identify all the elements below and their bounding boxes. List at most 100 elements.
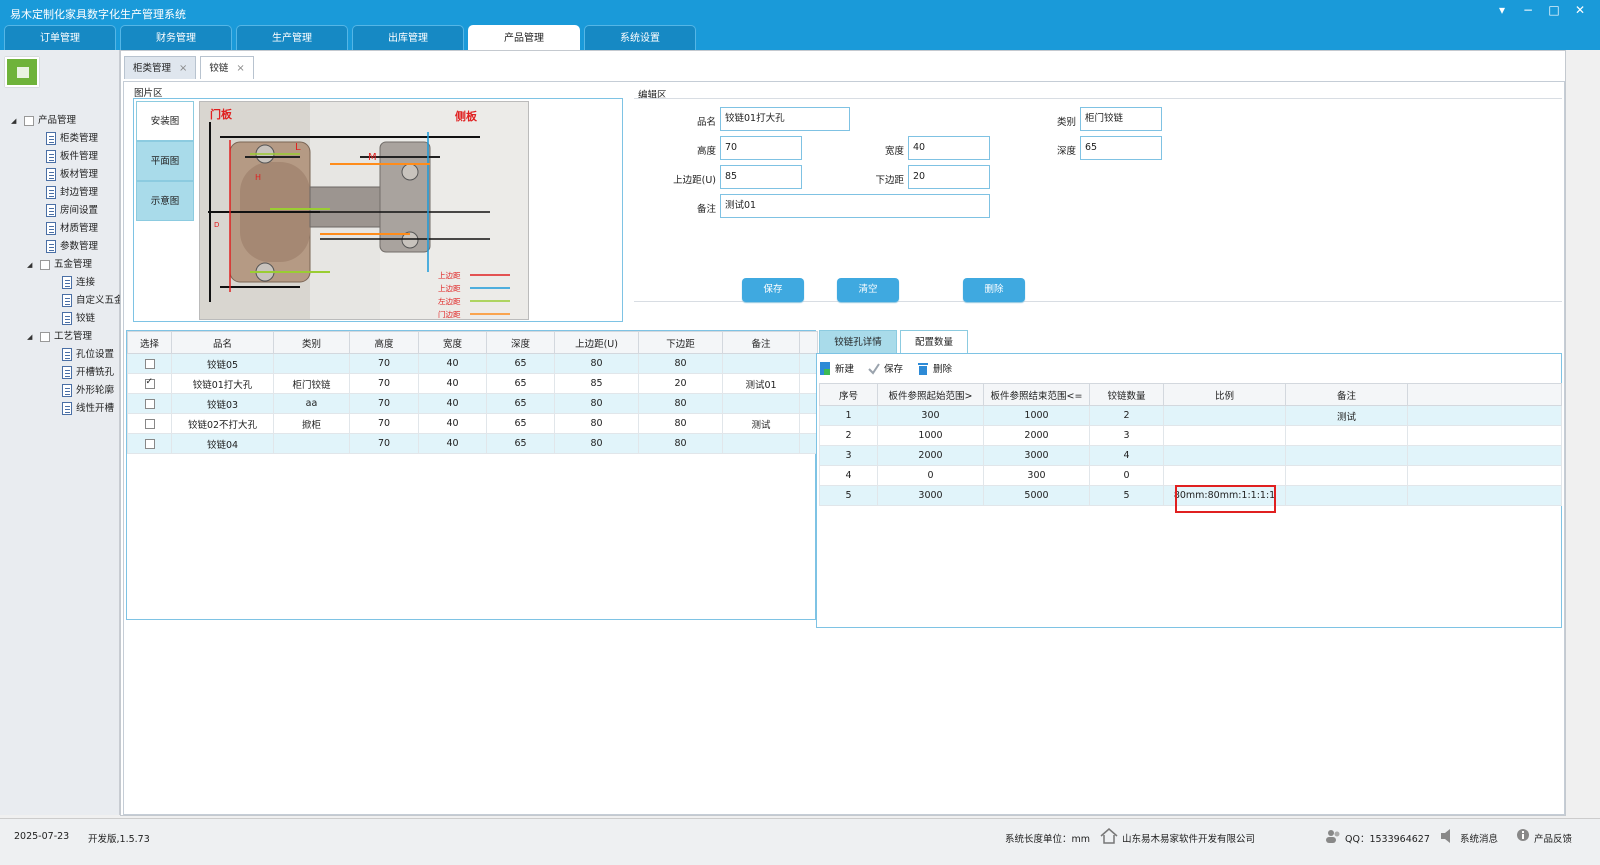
table-cell[interactable]: 0 bbox=[877, 465, 984, 486]
column-header[interactable]: 铰链数量 bbox=[1089, 383, 1164, 406]
close-icon[interactable]: ✕ bbox=[1574, 3, 1586, 17]
tree-item[interactable]: 铰链 bbox=[8, 310, 120, 328]
table-cell[interactable]: 40 bbox=[418, 393, 487, 414]
tab-config-quantity[interactable]: 配置数量 bbox=[900, 330, 968, 354]
tree-item[interactable]: 材质管理 bbox=[8, 220, 120, 238]
close-icon[interactable]: × bbox=[236, 57, 244, 80]
table-cell[interactable]: 85 bbox=[554, 373, 639, 394]
table-cell[interactable]: 1000 bbox=[877, 425, 984, 446]
table-row[interactable]: 2 1000 2000 3 bbox=[819, 425, 1562, 446]
table-cell[interactable]: 测试 bbox=[722, 413, 800, 434]
column-header[interactable]: 板件参照起始范围> bbox=[877, 383, 984, 406]
table-cell[interactable]: 1000 bbox=[983, 405, 1090, 426]
save-button[interactable]: 保存 bbox=[742, 278, 804, 302]
table-cell[interactable]: 2000 bbox=[983, 425, 1090, 446]
tree-item[interactable]: 板件管理 bbox=[8, 148, 120, 166]
table-cell[interactable]: 2 bbox=[1089, 405, 1164, 426]
table-cell[interactable]: 铰链01打大孔 bbox=[171, 373, 274, 394]
table-cell[interactable] bbox=[1285, 465, 1408, 486]
tree-item[interactable]: 板材管理 bbox=[8, 166, 120, 184]
table-cell[interactable]: 1 bbox=[819, 405, 878, 426]
table-cell[interactable]: 铰链05 bbox=[171, 353, 274, 374]
product-feedback-link[interactable]: 产品反馈 bbox=[1534, 831, 1572, 845]
table-cell[interactable]: 70 bbox=[349, 413, 419, 434]
folder-checkbox[interactable] bbox=[40, 332, 50, 342]
table-cell[interactable]: 40 bbox=[418, 373, 487, 394]
table-cell[interactable] bbox=[1163, 465, 1286, 486]
tab-finance-management[interactable]: 财务管理 bbox=[120, 25, 232, 50]
table-cell[interactable]: 40 bbox=[418, 413, 487, 434]
column-header[interactable]: 比例 bbox=[1163, 383, 1286, 406]
table-cell[interactable]: 3 bbox=[819, 445, 878, 466]
table-cell[interactable]: 80 bbox=[638, 393, 723, 414]
tree-item[interactable]: ◢ 工艺管理 bbox=[8, 328, 120, 346]
tree-item[interactable]: ◢ 五金管理 bbox=[8, 256, 120, 274]
folder-checkbox[interactable] bbox=[24, 116, 34, 126]
table-cell[interactable]: 65 bbox=[486, 413, 555, 434]
column-header[interactable]: 宽度 bbox=[418, 331, 487, 354]
table-cell[interactable]: 65 bbox=[486, 393, 555, 414]
table-row[interactable]: 1 300 1000 2 测试 bbox=[819, 405, 1562, 426]
table-cell[interactable] bbox=[1163, 405, 1286, 426]
table-cell[interactable]: 铰链04 bbox=[171, 433, 274, 454]
table-cell[interactable]: 铰链03 bbox=[171, 393, 274, 414]
table-cell[interactable]: 3 bbox=[1089, 425, 1164, 446]
table-cell[interactable]: 80 bbox=[554, 393, 639, 414]
subtab-cabinet-management[interactable]: 柜类管理 × bbox=[124, 56, 197, 80]
table-cell[interactable]: 80 bbox=[638, 433, 723, 454]
table-row[interactable]: 3 2000 3000 4 bbox=[819, 445, 1562, 466]
table-cell[interactable] bbox=[273, 353, 350, 374]
table-cell[interactable]: 铰链02不打大孔 bbox=[171, 413, 274, 434]
tab-hinge-hole-detail[interactable]: 铰链孔详情 bbox=[819, 330, 897, 354]
subtab-hinge[interactable]: 铰链 × bbox=[200, 56, 254, 80]
table-cell[interactable] bbox=[273, 433, 350, 454]
column-header[interactable]: 上边距(U) bbox=[554, 331, 639, 354]
table-cell[interactable]: aa bbox=[273, 393, 350, 414]
table-cell[interactable]: 4 bbox=[1089, 445, 1164, 466]
table-cell[interactable]: 40 bbox=[418, 353, 487, 374]
table-row[interactable]: 铰链01打大孔柜门铰链7040658520测试01 bbox=[127, 373, 818, 394]
table-cell[interactable] bbox=[1163, 445, 1286, 466]
table-cell[interactable]: 40 bbox=[418, 433, 487, 454]
table-cell[interactable]: 0 bbox=[1089, 465, 1164, 486]
clear-button[interactable]: 清空 bbox=[837, 278, 899, 302]
row-checkbox[interactable] bbox=[144, 418, 155, 429]
table-cell[interactable]: 5 bbox=[1089, 485, 1164, 506]
table-cell[interactable]: 5 bbox=[819, 485, 878, 506]
row-checkbox[interactable] bbox=[144, 438, 155, 449]
table-cell[interactable]: 2000 bbox=[877, 445, 984, 466]
column-header[interactable]: 下边距 bbox=[638, 331, 723, 354]
column-header[interactable]: 深度 bbox=[486, 331, 555, 354]
tab-order-management[interactable]: 订单管理 bbox=[4, 25, 116, 50]
table-cell[interactable] bbox=[1285, 485, 1408, 506]
folder-checkbox[interactable] bbox=[40, 260, 50, 270]
table-cell[interactable]: 柜门铰链 bbox=[273, 373, 350, 394]
delete-button[interactable]: 删除 bbox=[963, 278, 1025, 302]
table-cell[interactable]: 测试01 bbox=[722, 373, 800, 394]
table-row[interactable]: 铰链05 70 40 65 80 80 bbox=[127, 353, 818, 374]
tab-schematic[interactable]: 示意图 bbox=[136, 181, 194, 221]
table-row[interactable]: 铰链04 70 40 65 80 80 bbox=[127, 433, 818, 454]
tree-item[interactable]: 连接 bbox=[8, 274, 120, 292]
system-messages-link[interactable]: 系统消息 bbox=[1460, 831, 1498, 845]
row-checkbox[interactable] bbox=[144, 398, 155, 409]
maximize-icon[interactable]: □ bbox=[1548, 3, 1560, 17]
column-header[interactable]: 备注 bbox=[722, 331, 800, 354]
depth-input[interactable]: 65 bbox=[1080, 136, 1162, 160]
table-cell[interactable] bbox=[1285, 445, 1408, 466]
tree-item[interactable]: 外形轮廓 bbox=[8, 382, 120, 400]
table-cell[interactable]: 掀柜 bbox=[273, 413, 350, 434]
grid-delete-button[interactable]: 删除 bbox=[917, 361, 952, 375]
column-header[interactable]: 序号 bbox=[819, 383, 878, 406]
table-cell[interactable] bbox=[1163, 425, 1286, 446]
table-cell[interactable]: 3000 bbox=[877, 485, 984, 506]
table-cell[interactable]: 80 bbox=[554, 433, 639, 454]
tree-item[interactable]: 孔位设置 bbox=[8, 346, 120, 364]
close-icon[interactable]: × bbox=[179, 57, 187, 80]
tree-item[interactable]: 开槽铣孔 bbox=[8, 364, 120, 382]
tree-item[interactable]: 线性开槽 bbox=[8, 400, 120, 418]
column-header[interactable]: 品名 bbox=[171, 331, 274, 354]
table-row[interactable]: 铰链03 aa 70 40 65 80 80 bbox=[127, 393, 818, 414]
tab-production-management[interactable]: 生产管理 bbox=[236, 25, 348, 50]
table-cell[interactable]: 5000 bbox=[983, 485, 1090, 506]
